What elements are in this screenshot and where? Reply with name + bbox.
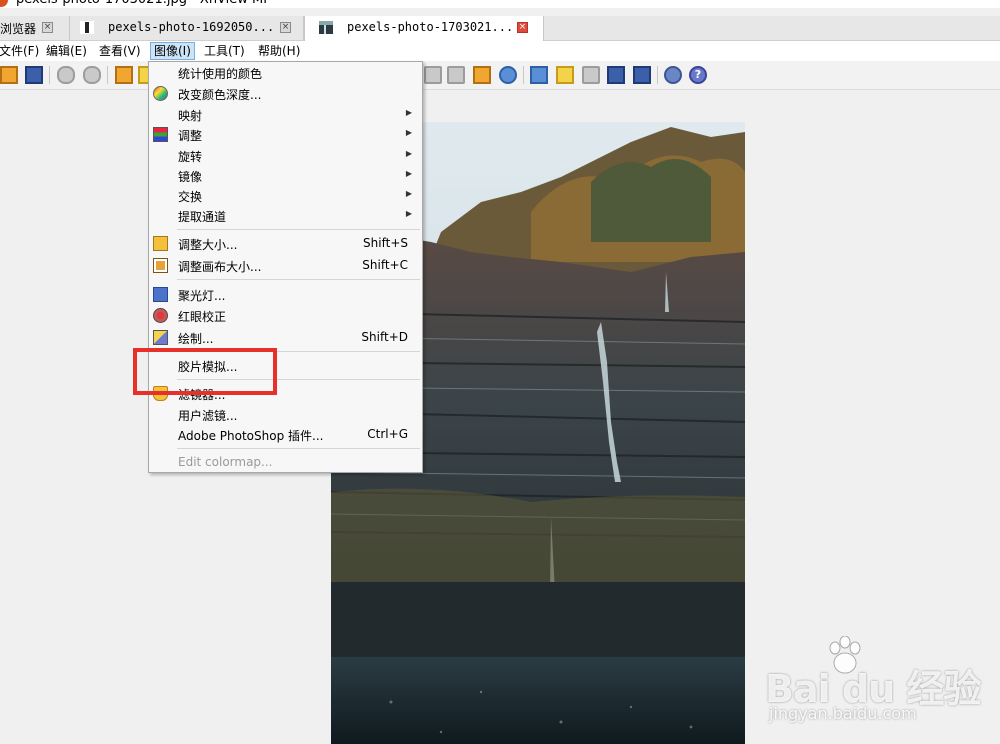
tab-label: pexels-photo-1703021... [347,20,514,34]
menu-item-label: 旋转 [178,150,203,164]
menu-bar: 文件(F) 编辑(E) 查看(V) 图像(I) 工具(T) 帮助(H) [0,41,1000,61]
slideshow-icon[interactable] [473,66,491,84]
submenu-arrow-icon: ▶ [405,169,412,178]
tab-photo-1692050[interactable]: pexels-photo-1692050... × [70,16,304,40]
menu-item-label: 改变颜色深度... [178,88,262,102]
menu-help[interactable]: 帮助(H) [255,42,303,60]
help-icon[interactable]: ? [689,66,707,84]
next-icon[interactable] [447,66,465,84]
submenu-arrow-icon: ▶ [405,149,412,158]
image-thumbnail-icon [80,21,94,34]
red-eye-icon [153,308,168,323]
open-folder-icon[interactable] [0,66,18,84]
adjust-icon [153,127,168,142]
menu-image[interactable]: 图像(I) [150,42,195,60]
menu-item-label: 调整 [178,129,203,143]
menu-item-label: Edit colormap... [178,455,273,469]
previous-icon[interactable] [424,66,442,84]
xnview-app-icon [0,0,8,7]
window-title: pexels-photo-1703021.jpg - XnView MP [16,0,271,8]
menu-item-red-eye[interactable]: 红眼校正 [149,306,422,326]
menu-separator [177,279,420,280]
close-icon[interactable]: × [280,22,291,33]
menu-item-label: 提取通道 [178,210,227,224]
submenu-arrow-icon: ▶ [405,189,412,198]
tab-photo-1703021[interactable]: pexels-photo-1703021... × [304,16,544,41]
close-icon[interactable]: × [42,22,53,33]
baidu-jingyan-watermark: Bai du 经验 jingyan.baidu.com [765,636,1000,744]
menu-item-label: Adobe PhotoShop 插件... [178,429,324,443]
tab-bar: 浏览器 × pexels-photo-1692050... × pexels-p… [0,16,1000,41]
watermark-site: jingyan.baidu.com [769,704,917,723]
tab-label: pexels-photo-1692050... [108,20,275,34]
crop-icon[interactable] [115,66,133,84]
toolbar-separator [107,66,108,84]
submenu-arrow-icon: ▶ [405,209,412,218]
save-icon[interactable] [25,66,43,84]
submenu-arrow-icon: ▶ [405,108,412,117]
menu-item-label: 红眼校正 [178,310,227,324]
menu-item-color-stats[interactable]: 统计使用的颜色 [149,63,422,83]
image-menu-dropdown: 统计使用的颜色 改变颜色深度... 映射 ▶ 调整 ▶ 旋转 ▶ 镜像 ▶ 交换… [148,61,423,473]
menu-item-shortcut: Shift+S [363,236,408,250]
menu-item-mirror[interactable]: 镜像 ▶ [149,166,422,186]
menu-item-shortcut: Shift+C [362,258,408,272]
menu-item-rotate[interactable]: 旋转 ▶ [149,146,422,166]
menu-file[interactable]: 文件(F) [0,42,42,60]
menu-item-label: 调整画布大小... [178,260,262,274]
menu-item-label: 绘制... [178,332,214,346]
toolbar-separator [49,66,50,84]
tab-label: 浏览器 [0,22,37,36]
menu-item-label: 用户滤镜... [178,409,238,423]
toolbar-separator [523,66,524,84]
close-icon[interactable]: × [517,22,528,33]
draw-icon [153,330,168,345]
resize-icon [153,236,168,251]
rotate-icon[interactable] [499,66,517,84]
annotation-highlight-box [133,348,277,395]
menu-item-map[interactable]: 映射 ▶ [149,105,422,125]
menu-item-label: 统计使用的颜色 [178,67,263,81]
menu-edit[interactable]: 编辑(E) [43,42,90,60]
menu-item-photoshop-plugins[interactable]: Adobe PhotoShop 插件... Ctrl+G [149,425,422,445]
menu-view[interactable]: 查看(V) [96,42,144,60]
menu-item-spotlight[interactable]: 聚光灯... [149,285,422,305]
menu-tools[interactable]: 工具(T) [201,42,248,60]
menu-item-label: 映射 [178,109,203,123]
menu-separator [177,448,420,449]
menu-item-draw[interactable]: 绘制... Shift+D [149,328,422,348]
menu-item-canvas-size[interactable]: 调整画布大小... Shift+C [149,256,422,276]
menu-item-change-color-depth[interactable]: 改变颜色深度... [149,84,422,104]
menu-item-edit-colormap: Edit colormap... [149,453,422,473]
menu-item-resize[interactable]: 调整大小... Shift+S [149,234,422,254]
menu-item-label: 聚光灯... [178,289,226,303]
menu-item-label: 交换 [178,190,203,204]
menu-item-adjust[interactable]: 调整 ▶ [149,125,422,145]
scan-icon[interactable] [607,66,625,84]
menu-item-shortcut: Shift+D [361,330,408,344]
tab-browser[interactable]: 浏览器 × [0,16,70,40]
undo-icon[interactable] [57,66,75,84]
capture-icon[interactable] [633,66,651,84]
fit-window-icon[interactable] [530,66,548,84]
spotlight-icon [153,287,168,302]
draw-tool-icon[interactable] [556,66,574,84]
menu-item-swap[interactable]: 交换 ▶ [149,186,422,206]
menu-item-label: 调整大小... [178,238,238,252]
redo-icon[interactable] [83,66,101,84]
menu-separator [177,229,420,230]
menu-item-user-filters[interactable]: 用户滤镜... [149,405,422,425]
toolbar-separator [657,66,658,84]
image-thumbnail-icon [319,21,333,34]
gear-icon[interactable] [664,66,682,84]
title-bar: pexels-photo-1703021.jpg - XnView MP [0,0,1000,8]
menu-item-extract-channel[interactable]: 提取通道 ▶ [149,206,422,226]
menu-item-shortcut: Ctrl+G [367,427,408,441]
palette-icon [153,86,168,101]
menu-item-label: 镜像 [178,170,203,184]
print-icon[interactable] [582,66,600,84]
submenu-arrow-icon: ▶ [405,128,412,137]
canvas-size-icon [153,258,168,273]
